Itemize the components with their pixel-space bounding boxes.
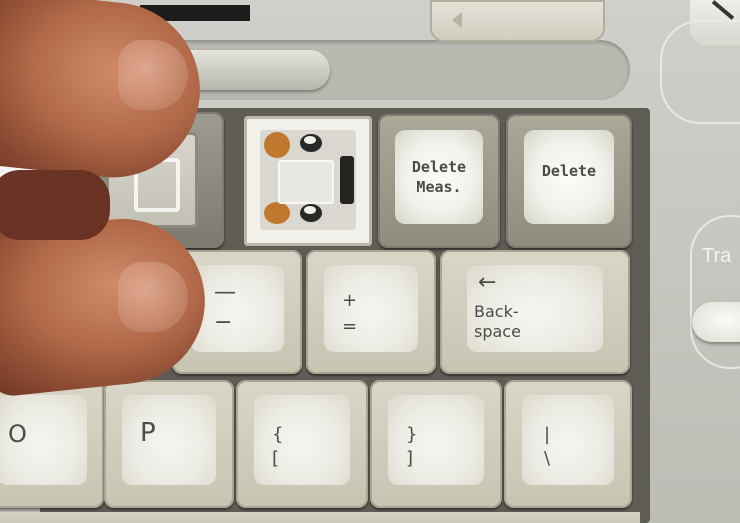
hand-shadow [0,170,110,240]
equals-label: = [342,316,358,337]
backspace-arrow-icon: ← [478,270,497,295]
o-key[interactable]: O [0,380,104,508]
delete-label: Delete [541,162,597,180]
right-panel-curve-bottom [690,215,740,369]
right-brace-label: } [406,424,418,445]
delete-meas-key[interactable]: Delete Meas. [378,114,500,248]
keyboard-photo: Tra Delete Meas. Delete — − + = ← Back- … [0,0,740,523]
left-brace-label: { [272,424,284,445]
right-oval-button[interactable] [692,302,740,342]
left-bracket-key[interactable]: { [ [236,380,368,508]
backspace-label-2: space [474,322,521,341]
right-panel-curve-top [660,20,740,124]
o-label: O [8,420,27,448]
delete-meas-label-2: Meas. [416,178,462,196]
bottom-key-row [0,512,640,523]
left-bracket-label: [ [272,448,280,469]
right-bracket-label: ] [406,448,414,469]
key-switch-mechanism [244,116,372,246]
backslash-label: \ [544,448,551,469]
plus-label: + [342,290,358,311]
upper-fingernail [118,40,188,110]
plus-equals-key[interactable]: + = [306,250,436,374]
delete-meas-label-1: Delete [411,158,467,176]
top-soft-key[interactable] [430,0,605,42]
backspace-key[interactable]: ← Back- space [440,250,630,374]
backspace-label-1: Back- [474,302,519,321]
p-label: P [140,418,156,448]
backslash-key[interactable]: | \ [504,380,632,508]
left-arrow-icon [452,12,462,28]
right-bracket-key[interactable]: } ] [370,380,502,508]
p-key[interactable]: P [104,380,234,508]
delete-key[interactable]: Delete [506,114,632,248]
tra-label: Tra [702,245,732,267]
lower-fingernail [118,262,188,332]
pipe-label: | [544,424,551,445]
